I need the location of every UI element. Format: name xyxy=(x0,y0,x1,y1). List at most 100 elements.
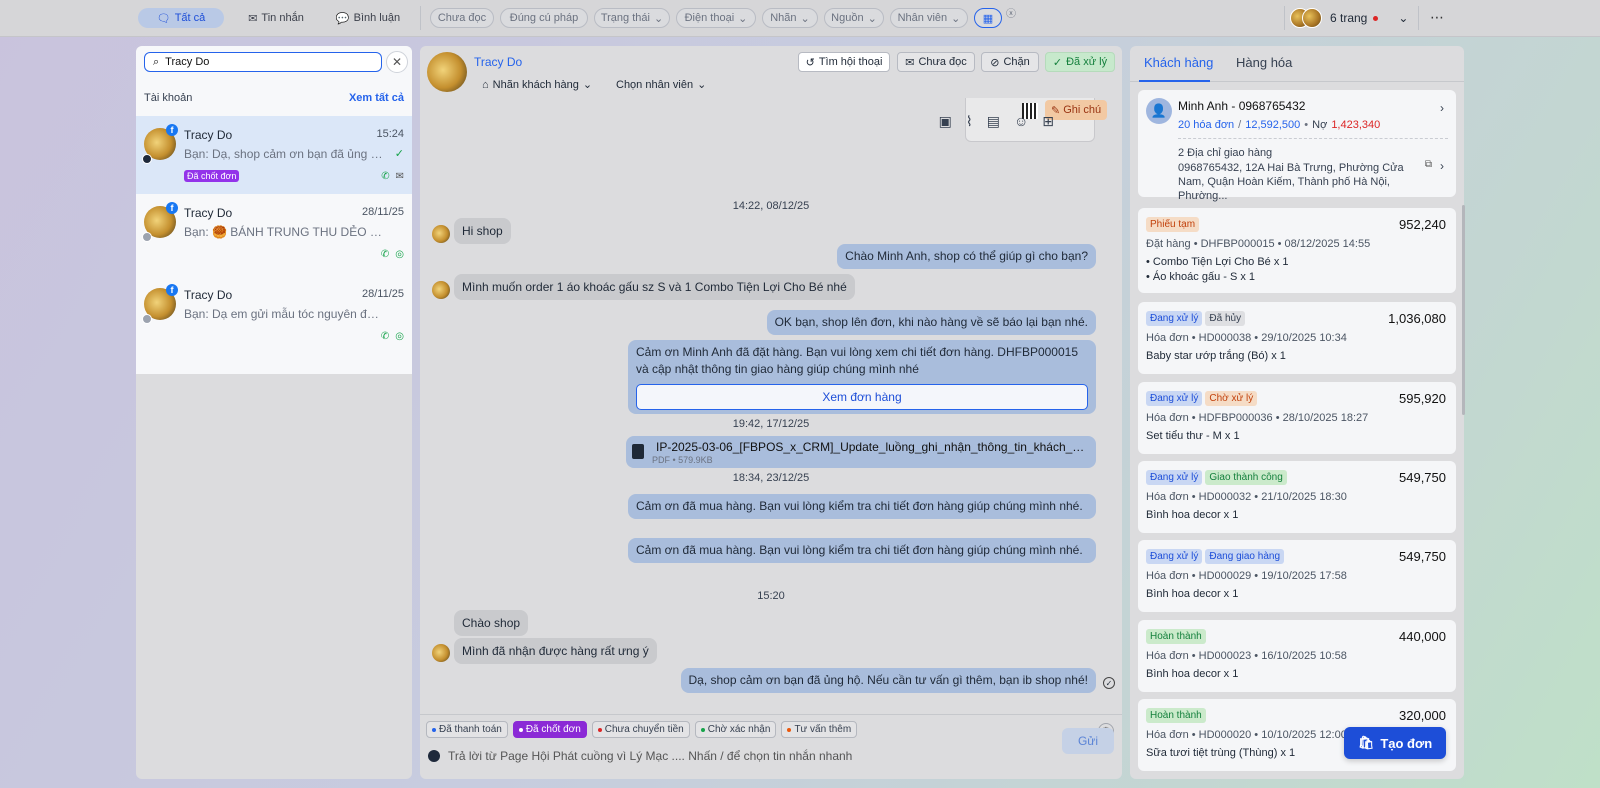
order-amount: 1,036,080 xyxy=(1388,311,1446,326)
order-meta: Hóa đơn • HDFBP000036 • 28/10/2025 18:27 xyxy=(1146,412,1369,424)
order-amount: 549,750 xyxy=(1399,549,1446,564)
emoji-icon[interactable]: ☺ xyxy=(1014,113,1028,130)
mark-unread-button[interactable]: ✉ Chưa đọc xyxy=(897,52,975,72)
tag-paid[interactable]: Đã thanh toán xyxy=(426,721,508,738)
order-card[interactable]: Đang xử lý Đang giao hàng 549,750 Hóa đơn •… xyxy=(1138,540,1456,612)
chevron-right-icon[interactable]: › xyxy=(1440,101,1444,115)
staff-dropdown[interactable]: Chọn nhân viên ⌄ xyxy=(616,78,706,92)
reply-input[interactable]: Trả lời từ Page Hội Phát cuồng vì Lý Mạc… xyxy=(428,749,852,763)
conversation-item[interactable]: f Tracy Do 28/11/25 Bạn: 🥮 BÁNH TRUNG TH… xyxy=(136,194,412,272)
order-amount: 952,240 xyxy=(1399,217,1446,232)
filter-label[interactable]: Nhãn ⌄ xyxy=(762,8,818,28)
image-icon[interactable]: ▣ xyxy=(939,113,952,130)
avatar xyxy=(427,52,467,92)
tag-closed-order[interactable]: Đã chốt đơn xyxy=(512,721,587,738)
order-item: • Áo khoác gấu - S x 1 xyxy=(1146,271,1256,283)
copy-icon[interactable]: ⧉ xyxy=(1425,159,1432,170)
incoming-message: Mình đã nhận được hàng rất ưng ý xyxy=(454,638,657,664)
find-conversation-button[interactable]: ↺ Tìm hội thoại xyxy=(798,52,890,72)
customer-label-dropdown[interactable]: ⌂ Nhãn khách hàng ⌄ xyxy=(482,78,592,92)
order-card[interactable]: Đang xử lý Chờ xử lý 595,920 Hóa đơn • HDFB… xyxy=(1138,382,1456,454)
order-card[interactable]: Đang xử lý Đã hủy 1,036,080 Hóa đơn • HD000… xyxy=(1138,302,1456,374)
processed-button[interactable]: ✓ Đã xử lý xyxy=(1045,52,1115,72)
tab-customer[interactable]: Khách hàng xyxy=(1144,55,1213,70)
date-filter-button[interactable]: ▦ xyxy=(974,8,1002,28)
view-order-button[interactable]: Xem đơn hàng xyxy=(636,384,1088,410)
tab-all[interactable]: 🗨 Tất cả xyxy=(138,8,224,28)
note-button[interactable]: ✎ Ghi chú xyxy=(1045,100,1108,120)
tab-comments[interactable]: 💬 Bình luận xyxy=(328,8,408,28)
filter-syntax[interactable]: Đúng cú pháp xyxy=(500,8,588,28)
customer-card[interactable]: 👤 Minh Anh - 0968765432 › 20 hóa đơn/ 12… xyxy=(1138,90,1456,202)
filter-phone[interactable]: Điện thoại ⌄ xyxy=(676,8,756,28)
top-bar: 🗨 Tất cả ✉ Tin nhắn 💬 Bình luận Chưa đọc Đú… xyxy=(0,0,1600,37)
address-text: 0968765432, 12A Hai Bà Trưng, Phường Cửa… xyxy=(1178,162,1404,202)
composer: Đã thanh toán Đã chốt đơn Chưa chuyển ti… xyxy=(420,714,1122,779)
see-all-link[interactable]: Xem tất cả xyxy=(349,92,404,104)
divider xyxy=(1418,6,1419,30)
status-badge: Chờ xử lý xyxy=(1205,391,1258,406)
conversation-time: 28/11/25 xyxy=(361,288,404,300)
tag-not-transferred[interactable]: Chưa chuyển tiền xyxy=(591,721,690,738)
order-item: • Combo Tiện Lợi Cho Bé x 1 xyxy=(1146,256,1289,268)
search-input[interactable]: ⌕ Tracy Do xyxy=(144,52,382,72)
apps-icon[interactable]: ⊞ xyxy=(1042,113,1054,130)
filter-unread[interactable]: Chưa đọc xyxy=(430,8,494,28)
messenger-icon: ◎ xyxy=(395,249,404,260)
order-badges: Đang xử lý Đang giao hàng xyxy=(1146,549,1287,564)
scrollbar[interactable] xyxy=(1462,205,1465,415)
chevron-down-icon: ⌄ xyxy=(800,12,810,25)
order-badges: Đang xử lý Giao thành công xyxy=(1146,470,1290,485)
active-tab-indicator xyxy=(1139,80,1210,82)
block-button[interactable]: ⊘ Chặn xyxy=(981,52,1039,72)
page-avatars xyxy=(1290,8,1324,28)
timestamp: 18:34, 23/12/25 xyxy=(732,472,810,484)
timestamp: 15:20 xyxy=(757,590,785,602)
outgoing-message: Cảm ơn đã mua hàng. Bạn vui lòng kiểm tr… xyxy=(628,538,1096,563)
filter-status[interactable]: Trạng thái ⌄ xyxy=(594,8,670,28)
clear-filter-icon[interactable]: ⓧ xyxy=(1006,5,1016,20)
tag-awaiting-confirm[interactable]: Chờ xác nhận xyxy=(694,721,777,738)
message-list: ✎ Ghi chú 14:22, 08/12/25 Hi shop Chào Mi… xyxy=(420,98,1122,726)
tab-products[interactable]: Hàng hóa xyxy=(1236,55,1292,70)
filter-source[interactable]: Nguồn ⌄ xyxy=(824,8,884,28)
filter-staff[interactable]: Nhân viên ⌄ xyxy=(890,8,968,28)
quick-reply-icon[interactable]: ▤ xyxy=(987,113,1000,130)
order-item: Bình hoa decor x 1 xyxy=(1146,588,1239,600)
tag-dot xyxy=(700,727,705,732)
outgoing-message: Cảm ơn đã mua hàng. Bạn vui lòng kiểm tr… xyxy=(628,494,1096,519)
avatar xyxy=(432,225,450,243)
sent-check-icon: ✓ xyxy=(1103,677,1115,689)
tag-consult-more[interactable]: Tư vấn thêm xyxy=(781,721,858,738)
attach-icon[interactable]: ⌇ xyxy=(966,113,973,130)
close-icon: ✕ xyxy=(391,55,403,69)
tab-messages[interactable]: ✉ Tin nhắn xyxy=(236,8,316,28)
outgoing-message: Dạ, shop cảm ơn bạn đã ủng hộ. Nếu cần t… xyxy=(680,668,1096,693)
send-button[interactable]: Gửi xyxy=(1062,728,1114,754)
conversation-item[interactable]: f Tracy Do 15:24 Bạn: Dạ, shop cảm ơn bạ… xyxy=(136,116,412,194)
chevron-right-icon[interactable]: › xyxy=(1440,159,1444,173)
status-badge: Đang xử lý xyxy=(1146,549,1203,564)
status-badge: Phiếu tạm xyxy=(1146,217,1200,232)
chevron-down-icon: ⌄ xyxy=(867,12,877,25)
conversation-name: Tracy Do xyxy=(184,288,233,302)
clear-search-button[interactable]: ✕ xyxy=(386,51,408,73)
divider xyxy=(1178,138,1448,139)
facebook-icon: f xyxy=(166,202,178,214)
create-order-button[interactable]: 🛍 Tạo đơn xyxy=(1344,727,1446,759)
quick-tags: Đã thanh toán Đã chốt đơn Chưa chuyển ti… xyxy=(426,721,858,738)
order-card[interactable]: Hoàn thành 440,000 Hóa đơn • HD000023 • 16… xyxy=(1138,620,1456,692)
user-icon: 👤 xyxy=(1146,98,1172,124)
order-card[interactable]: Phiếu tạm 952,240 Đặt hàng • DHFBP000015 •… xyxy=(1138,208,1456,293)
check-icon: ✓ xyxy=(1052,56,1063,69)
file-attachment[interactable]: IP-2025-03-06_[FBPOS_x_CRM]_Update_luồng… xyxy=(626,436,1096,468)
order-meta: Hóa đơn • HD000029 • 19/10/2025 17:58 xyxy=(1146,570,1347,582)
conversation-item[interactable]: f Tracy Do 28/11/25 Bạn: Dạ em gửi mẫu t… xyxy=(136,276,412,354)
chat-contact-name[interactable]: Tracy Do xyxy=(474,55,522,69)
conversation-preview: Bạn: Dạ em gửi mẫu tóc nguyên đầu siêu x… xyxy=(184,307,384,321)
order-item: Bình hoa decor x 1 xyxy=(1146,668,1239,680)
customer-name: Minh Anh - 0968765432 xyxy=(1178,99,1306,113)
order-card[interactable]: Đang xử lý Giao thành công 549,750 Hóa đơn … xyxy=(1138,461,1456,533)
page-switcher[interactable]: 6 trang ⌄ xyxy=(1290,8,1410,28)
more-icon[interactable]: ⋯ xyxy=(1430,9,1445,26)
